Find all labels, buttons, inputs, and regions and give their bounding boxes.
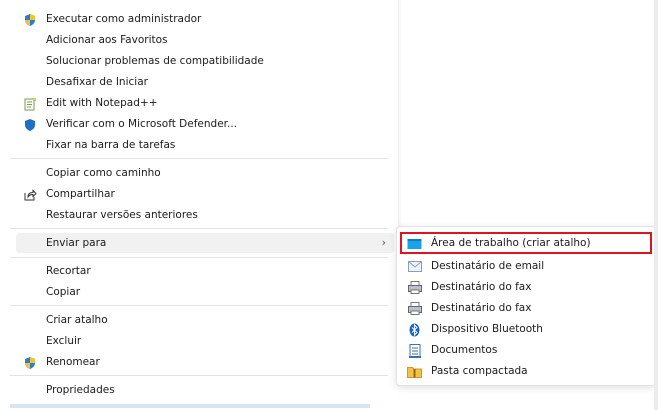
menu-item-label: Renomear [46,356,100,368]
menu-item-label: Fixar na barra de tarefas [46,139,176,151]
shield-icon [22,12,37,27]
selection-bar [10,404,370,408]
separator [10,228,388,229]
menu-item-label: Solucionar problemas de compatibilidade [46,55,264,67]
share-icon [22,187,37,202]
menu-item-edit-notepad[interactable]: Edit with Notepad++ [16,93,394,113]
menu-item-restore-versions[interactable]: Restaurar versões anteriores [16,205,394,225]
menu-item-scan-defender[interactable]: Verificar com o Microsoft Defender... [16,114,394,134]
menu-item-rename[interactable]: Renomear [16,352,394,372]
menu-item-cut[interactable]: Recortar [16,261,394,281]
menu-item-label: Compartilhar [46,188,115,200]
separator [10,375,388,376]
context-menu: Executar como administrador Adicionar ao… [10,0,398,410]
menu-item-create-shortcut[interactable]: Criar atalho [16,310,394,330]
menu-item-label: Adicionar aos Favoritos [46,34,168,46]
submenu-item-desktop-shortcut[interactable]: Área de trabalho (criar atalho) [400,232,652,254]
menu-item-label: Verificar com o Microsoft Defender... [46,118,238,130]
bluetooth-icon [407,322,422,337]
submenu-item-label: Destinatário do fax [431,281,532,293]
menu-item-delete[interactable]: Excluir [16,331,394,351]
window-edge [654,0,658,410]
menu-item-label: Recortar [46,265,91,277]
submenu-item-label: Destinatário do fax [431,302,532,314]
submenu-item-fax-2[interactable]: Destinatário do fax [401,298,651,318]
submenu-item-documents[interactable]: Documentos [401,340,651,360]
menu-item-copy[interactable]: Copiar [16,282,394,302]
submenu-item-label: Documentos [431,344,498,356]
documents-icon [407,343,422,358]
menu-item-label: Criar atalho [46,314,108,326]
separator [10,158,388,159]
menu-item-troubleshoot-compat[interactable]: Solucionar problemas de compatibilidade [16,51,394,71]
menu-item-label: Copiar como caminho [46,167,161,179]
menu-item-label: Excluir [46,335,82,347]
chevron-right-icon: › [381,236,386,249]
submenu-item-label: Área de trabalho (criar atalho) [431,237,591,249]
submenu-item-label: Dispositivo Bluetooth [431,323,543,335]
menu-item-run-as-admin[interactable]: Executar como administrador [16,9,394,29]
submenu-item-bluetooth[interactable]: Dispositivo Bluetooth [401,319,651,339]
shield-icon [22,355,37,370]
submenu-item-label: Pasta compactada [431,365,528,377]
menu-item-unpin-start[interactable]: Desafixar de Iniciar [16,72,394,92]
separator [10,305,388,306]
notepad-icon [22,96,37,111]
menu-item-label: Propriedades [46,384,115,396]
menu-item-label: Executar como administrador [46,13,202,25]
mail-icon [407,259,422,274]
zip-folder-icon [407,364,422,379]
menu-shadow [398,0,402,232]
submenu-item-label: Destinatário de email [431,260,545,272]
menu-item-add-favorites[interactable]: Adicionar aos Favoritos [16,30,394,50]
menu-item-label: Desafixar de Iniciar [46,76,148,88]
menu-item-label: Restaurar versões anteriores [46,209,198,221]
menu-item-label: Edit with Notepad++ [46,97,158,109]
menu-item-send-to[interactable]: Enviar para › [16,233,394,253]
submenu-item-mail[interactable]: Destinatário de email [401,256,651,276]
menu-item-properties[interactable]: Propriedades [16,380,394,400]
menu-item-label: Copiar [46,286,81,298]
desktop-icon [407,236,422,251]
submenu-item-zip-folder[interactable]: Pasta compactada [401,361,651,381]
menu-item-pin-taskbar[interactable]: Fixar na barra de tarefas [16,135,394,155]
defender-icon [22,117,37,132]
fax-icon [407,280,422,295]
separator [10,257,388,258]
submenu-item-fax[interactable]: Destinatário do fax [401,277,651,297]
fax-icon [407,301,422,316]
send-to-submenu: Área de trabalho (criar atalho) Destinat… [396,226,656,386]
menu-item-copy-as-path[interactable]: Copiar como caminho [16,163,394,183]
menu-item-share[interactable]: Compartilhar [16,184,394,204]
menu-item-label: Enviar para [46,237,107,249]
